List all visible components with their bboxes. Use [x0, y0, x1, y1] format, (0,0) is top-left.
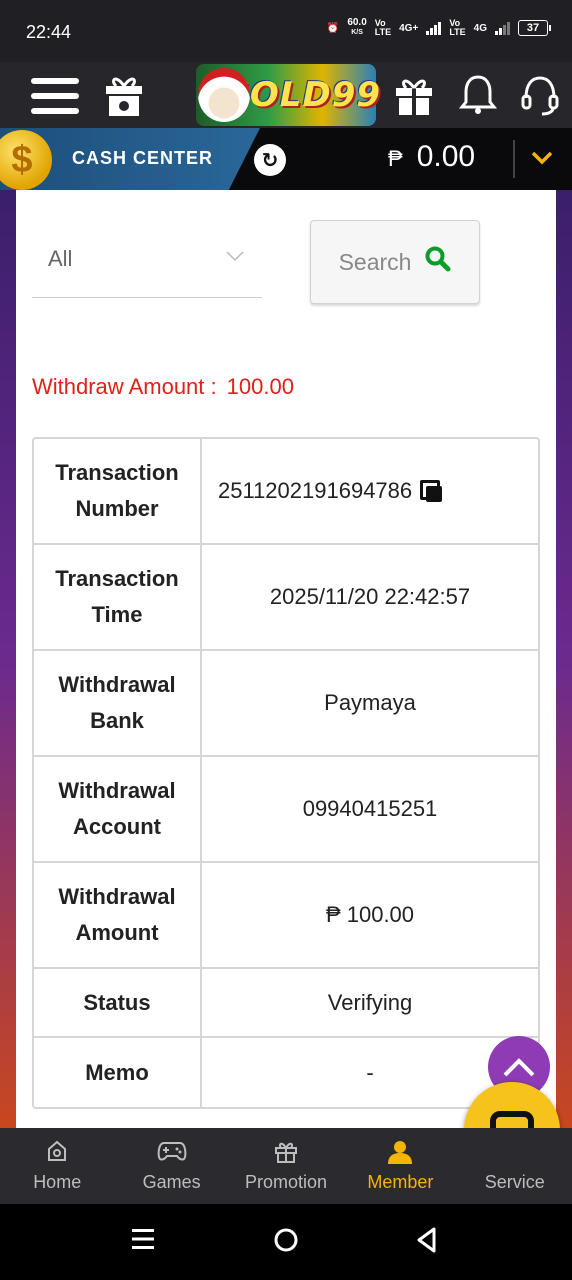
table-row: Withdrawal Bank Paymaya — [34, 651, 538, 757]
balance-value: 0.00 — [416, 140, 476, 173]
row-value: Paymaya — [324, 690, 416, 715]
tab-member[interactable]: Member — [343, 1128, 457, 1204]
divider — [513, 140, 515, 178]
table-row: Transaction Time 2025/11/20 22:42:57 — [34, 545, 538, 651]
chevron-down-icon[interactable] — [530, 146, 554, 172]
row-value: ₱ 100.00 — [325, 902, 415, 927]
row-label: Withdrawal Account — [34, 757, 202, 861]
network-speed: 60.0 K/S — [347, 18, 366, 38]
tab-label: Promotion — [244, 1171, 327, 1192]
filter-value: All — [48, 246, 73, 271]
status-icons: ⏰ 60.0 K/S Vo LTE 4G+ Vo LTE 4G 37 — [326, 18, 551, 38]
row-value: 2025/11/20 22:42:57 — [269, 584, 471, 609]
signal-2-icon — [495, 21, 510, 35]
sim2-volte: Vo LTE — [449, 19, 465, 37]
gift-icon — [274, 1140, 298, 1164]
table-row: Memo - — [34, 1038, 538, 1107]
battery-level: 37 — [526, 22, 540, 34]
tab-service[interactable]: . Service — [458, 1128, 572, 1204]
withdraw-amount-value: 100.00 — [226, 374, 294, 399]
gold99-logo[interactable]: GOLD99 — [196, 64, 380, 126]
home-circle-icon[interactable] — [272, 1226, 300, 1261]
tab-label: Home — [33, 1171, 82, 1192]
table-row: Status Verifying — [34, 969, 538, 1038]
sim1-volte: Vo LTE — [375, 19, 391, 37]
search-icon — [425, 246, 451, 279]
gift-icon[interactable] — [392, 74, 436, 118]
clock: 22:44 — [26, 22, 72, 42]
search-label: Search — [338, 248, 412, 275]
home-icon — [46, 1140, 68, 1164]
row-label: Transaction Number — [34, 439, 202, 543]
withdraw-amount-label: Withdraw Amount : — [32, 374, 217, 399]
sim1-gen: 4G+ — [399, 22, 419, 34]
santa-icon — [198, 68, 250, 122]
speed-value: 60.0 — [347, 17, 367, 28]
table-row: Withdrawal Account 09940415251 — [34, 757, 538, 863]
sim2-gen: 4G — [473, 22, 487, 34]
bell-icon[interactable] — [456, 72, 500, 118]
recent-apps-icon[interactable] — [130, 1226, 156, 1259]
tab-promotion[interactable]: Promotion — [229, 1128, 343, 1204]
row-label: Status — [34, 969, 202, 1036]
sim2-lte: LTE — [449, 27, 466, 37]
menu-icon[interactable] — [30, 74, 80, 118]
battery-icon: 37 — [518, 20, 551, 36]
cash-center-bar: $ CASH CENTER — [0, 128, 572, 190]
tab-label: Service — [484, 1171, 545, 1192]
gift-box-icon[interactable] — [102, 72, 146, 120]
user-icon — [387, 1140, 413, 1164]
chevron-up-icon — [503, 1058, 535, 1077]
tab-label: Games — [142, 1171, 201, 1192]
tab-label: Member — [367, 1171, 434, 1192]
transaction-number: 2511202191694786 — [218, 478, 413, 503]
tab-games[interactable]: Games — [114, 1128, 228, 1204]
cash-center-title[interactable]: CASH CENTER — [72, 148, 213, 169]
bottom-nav: Home Games Promotion Member . Service — [0, 1128, 572, 1204]
alarm-icon: ⏰ — [326, 22, 340, 34]
transaction-detail-panel: All Search Withdraw Amount : 100.00 Trans… — [16, 190, 556, 1128]
balance-display: ₱ 0.00 — [388, 140, 475, 174]
refresh-icon[interactable]: ↻ — [254, 144, 286, 176]
status-bar: 22:44 ⏰ 60.0 K/S Vo LTE 4G+ Vo LTE 4G 37 — [0, 0, 572, 62]
status-value: Verifying — [327, 989, 413, 1015]
search-button[interactable]: Search — [310, 220, 480, 304]
tab-home[interactable]: Home — [0, 1128, 114, 1204]
copy-icon[interactable] — [420, 480, 443, 502]
transaction-details-table: Transaction Number 2511202191694786 Tran… — [32, 437, 540, 1109]
type-filter-select[interactable]: All — [32, 220, 262, 298]
headset-icon[interactable] — [518, 72, 562, 118]
back-icon[interactable] — [414, 1226, 440, 1261]
row-label: Withdrawal Amount — [34, 863, 202, 967]
signal-1-icon — [426, 21, 442, 35]
table-row: Withdrawal Amount ₱ 100.00 — [34, 863, 538, 969]
speed-unit: K/S — [351, 29, 363, 36]
withdraw-amount-summary: Withdraw Amount : 100.00 — [32, 374, 294, 400]
row-value: 2511202191694786 — [202, 439, 538, 543]
row-value: 09940415251 — [302, 796, 438, 821]
chevron-down-icon — [226, 248, 244, 266]
sim1-lte: LTE — [374, 27, 392, 37]
row-label: Transaction Time — [34, 545, 202, 649]
row-label: Memo — [34, 1038, 202, 1107]
currency-symbol: ₱ — [388, 146, 403, 171]
row-label: Withdrawal Bank — [34, 651, 202, 755]
gamepad-icon — [157, 1140, 187, 1164]
table-row: Transaction Number 2511202191694786 — [34, 439, 538, 545]
